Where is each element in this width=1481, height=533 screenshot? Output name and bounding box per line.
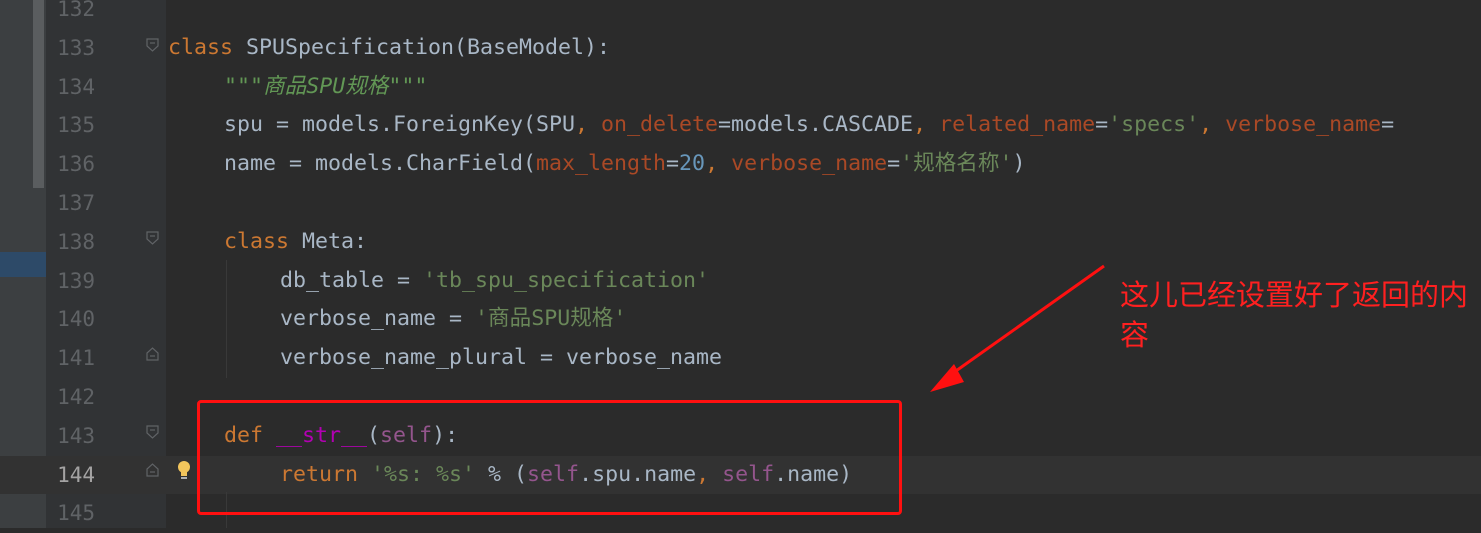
annotation-text: 这儿已经设置好了返回的内容: [1120, 278, 1469, 352]
fold-marker-icon[interactable]: [146, 231, 159, 245]
code-token: SPUSpecification(BaseModel):: [246, 34, 611, 60]
code-token: db_table =: [280, 267, 424, 293]
code-token: ,: [705, 151, 732, 177]
code-token: =: [1381, 112, 1395, 138]
line-number: 140: [57, 307, 95, 332]
line-number: 139: [57, 268, 95, 293]
indent-guide: [226, 260, 227, 378]
fold-end-marker-icon[interactable]: [146, 463, 159, 477]
code-token: 'specs': [1108, 112, 1200, 138]
code-token: class: [224, 228, 303, 254]
code-token: """商品SPU规格""": [224, 73, 428, 99]
line-number: 136: [57, 152, 95, 177]
fold-marker-icon[interactable]: [146, 38, 159, 52]
code-token: related_name: [939, 112, 1096, 138]
code-text[interactable]: name = models.CharField(max_length=20, v…: [224, 145, 1026, 184]
lightbulb-icon[interactable]: [176, 460, 192, 482]
code-line[interactable]: 132: [0, 0, 1481, 29]
code-token: name = models.CharField(: [224, 151, 537, 177]
code-line[interactable]: 133 class SPUSpecification(BaseModel):: [0, 29, 1481, 68]
code-token: =: [887, 151, 901, 177]
code-line[interactable]: 136 name = models.CharField(max_length=20…: [0, 145, 1481, 184]
code-token: '规格名称': [900, 151, 1013, 177]
code-token: =models.CASCADE: [718, 112, 914, 138]
code-token: 20: [679, 151, 706, 177]
line-number: 143: [57, 423, 95, 448]
line-number: 145: [57, 501, 95, 526]
code-token: ,: [1199, 112, 1226, 138]
code-token: '商品SPU规格': [475, 306, 627, 332]
line-number: 137: [57, 191, 95, 215]
code-line[interactable]: 134 """商品SPU规格""": [0, 68, 1481, 107]
arrow-icon: [930, 264, 1105, 392]
line-number: 144: [57, 462, 95, 487]
code-token: spu = models.ForeignKey(SPU: [224, 112, 576, 138]
code-token: max_length: [536, 151, 667, 177]
code-token: =: [1095, 112, 1109, 138]
code-token: verbose_name =: [280, 306, 476, 332]
code-token: Meta:: [302, 228, 368, 254]
code-token: ): [1012, 151, 1026, 177]
line-number: 134: [57, 74, 95, 99]
code-text[interactable]: """商品SPU规格""": [224, 68, 427, 107]
code-line[interactable]: 137: [0, 184, 1481, 223]
code-text[interactable]: verbose_name_plural = verbose_name: [280, 339, 722, 378]
line-number: 133: [57, 35, 95, 60]
code-token: 'tb_spu_specification': [423, 267, 710, 293]
code-text[interactable]: class SPUSpecification(BaseModel):: [168, 29, 610, 68]
code-token: ,: [575, 112, 602, 138]
fold-marker-icon[interactable]: [146, 425, 159, 439]
highlight-box: [197, 400, 902, 515]
code-token: verbose_name: [1225, 112, 1382, 138]
code-line[interactable]: 135 spu = models.ForeignKey(SPU, on_delet…: [0, 106, 1481, 145]
code-text[interactable]: db_table = 'tb_spu_specification': [280, 262, 709, 301]
line-number: 132: [57, 0, 95, 21]
line-number: 141: [57, 346, 95, 371]
code-token: =: [666, 151, 680, 177]
code-text[interactable]: verbose_name = '商品SPU规格': [280, 300, 626, 339]
code-text[interactable]: class Meta:: [224, 223, 367, 262]
code-line[interactable]: 138 class Meta:: [0, 223, 1481, 262]
line-number: 135: [57, 113, 95, 138]
line-number: 138: [57, 229, 95, 254]
code-token: class: [168, 34, 247, 60]
code-token: verbose_name_plural = verbose_name: [280, 345, 723, 371]
code-text[interactable]: spu = models.ForeignKey(SPU, on_delete=m…: [224, 106, 1394, 145]
code-token: verbose_name: [731, 151, 888, 177]
line-number: 142: [57, 385, 95, 409]
code-token: ,: [913, 112, 940, 138]
code-token: on_delete: [601, 112, 719, 138]
fold-end-marker-icon[interactable]: [146, 347, 159, 361]
